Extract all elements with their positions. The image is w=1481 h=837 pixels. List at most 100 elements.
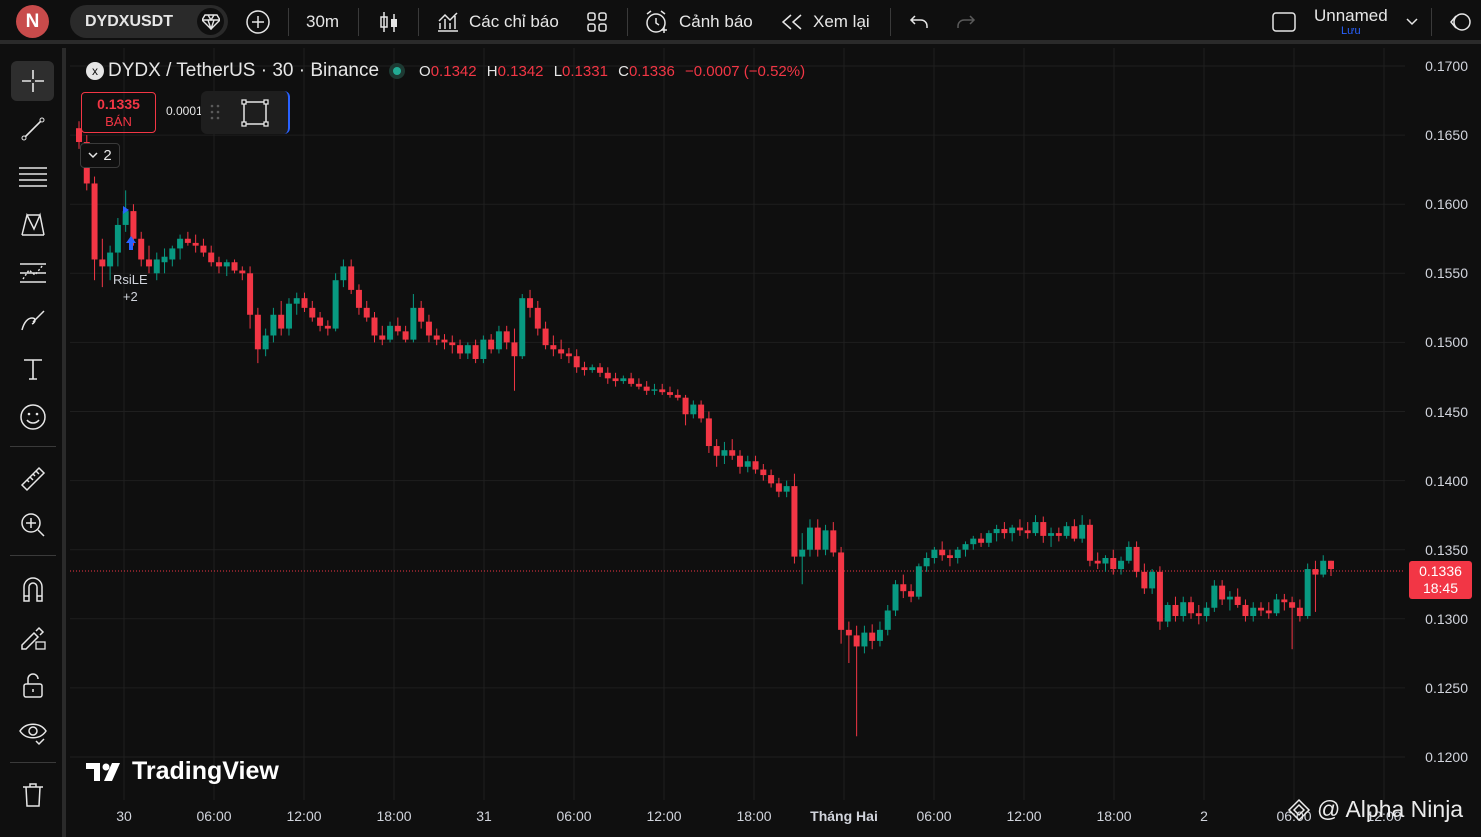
zoom-in-icon[interactable] [11,505,54,545]
spread-value: 0.0001 [166,104,203,118]
candle [278,300,285,336]
ohlc-values: O0.1342 H0.1342 L0.1331 C0.1336 −0.0007 … [413,63,805,80]
candle-body [410,307,417,340]
layout-name-button[interactable]: Unnamed Lưu [1314,0,1388,44]
candle-body [853,635,860,647]
candle [915,563,922,600]
undo-icon[interactable] [909,0,929,44]
candle-body [527,298,534,308]
candle [1188,596,1195,619]
candle [153,252,160,281]
candle [363,300,370,322]
candle-body [775,483,782,492]
candle-body [635,383,642,387]
drag-handle-icon[interactable] [210,104,220,125]
interval-button[interactable]: 30m [306,0,339,44]
candle [208,245,215,267]
pencil-lock-icon[interactable] [11,617,54,657]
binance-diamond-icon [1287,798,1311,821]
candle [99,238,106,288]
candle-body [488,339,495,350]
layouts-grid-icon[interactable] [586,0,608,44]
sell-button[interactable]: 0.1335 BÁN [81,92,156,133]
brush-icon[interactable] [11,301,54,341]
candle-body [231,262,238,271]
candle-body [581,367,588,371]
indicators-button[interactable]: Các chỉ báo [436,0,559,44]
compare-plus-icon[interactable] [245,0,271,44]
candle-body [1320,560,1327,575]
trash-icon[interactable] [11,775,54,815]
candle-body [301,298,308,308]
divider [10,762,56,763]
alerts-button[interactable]: Cảnh báo [644,0,753,44]
replay-button[interactable]: Xem lại [781,0,870,44]
candle [830,522,837,557]
price-tick: 0.1700 [1425,58,1468,74]
candle [1133,541,1140,578]
quick-search-icon[interactable] [1449,0,1471,44]
text-icon[interactable] [11,349,54,389]
price-chart[interactable] [70,48,1481,837]
legend-title[interactable]: DYDX / TetherUS · 30 · Binance [108,60,379,82]
candle [285,298,292,336]
select-rectangle-icon[interactable] [241,99,269,132]
price-axis[interactable]: 0.1700 0.1650 0.1600 0.1550 0.1500 0.1450 0.14… [1405,48,1481,808]
crosshair-icon[interactable] [11,61,54,101]
market-status-icon [389,63,406,79]
candle-body [915,566,922,597]
candle [946,549,953,567]
candle [791,473,798,564]
candle [1312,560,1319,612]
candle-body [270,314,277,336]
candle [215,256,222,274]
price-tick: 0.1500 [1425,334,1468,351]
fib-lines-icon[interactable] [11,157,54,197]
prediction-icon[interactable] [11,253,54,293]
candle [1164,602,1171,628]
price-tick: 0.1200 [1425,749,1468,765]
candle-body [215,262,222,267]
time-tick: 18:00 [376,808,412,824]
symbol-search-button[interactable]: DYDXUSDT [70,5,228,38]
candle [184,231,191,246]
high-value: 0.1342 [497,62,544,80]
emoji-icon[interactable] [11,397,54,437]
candle [1219,580,1226,605]
tradingview-logo[interactable]: TradingView [86,757,279,786]
last-price-value: 0.1336 [1419,563,1462,579]
pattern-icon[interactable] [11,205,54,245]
indicators-collapse-button[interactable]: 2 [80,143,120,168]
candle [1032,515,1039,536]
candle [806,519,813,557]
candle-body [480,339,487,359]
candle-body [1164,604,1171,622]
candle [1296,599,1303,622]
unlock-icon[interactable] [11,665,54,705]
candle-body [495,331,502,350]
candle-body [433,335,440,340]
candle-body [464,345,471,354]
interval-label: 30m [306,12,340,31]
divider [10,446,56,447]
candle [884,604,891,636]
candle [900,574,907,599]
layout-square-icon[interactable] [1271,0,1297,44]
diamond-icon[interactable] [197,8,224,35]
user-avatar[interactable]: N [16,5,49,38]
candle [1048,527,1055,547]
trend-line-icon[interactable] [11,109,54,149]
price-tick: 0.1350 [1425,541,1468,558]
ruler-icon[interactable] [11,459,54,499]
candle [1258,602,1265,617]
magnet-icon[interactable] [11,569,54,609]
candle-body [223,262,230,267]
chevron-down-icon[interactable] [1406,0,1418,44]
redo-icon[interactable] [956,0,976,44]
candle [1071,519,1078,542]
eye-icon[interactable] [11,713,54,753]
candles-icon[interactable] [377,0,401,44]
candle-body [744,461,751,467]
floating-toolbar[interactable] [201,91,290,134]
candle-body [114,224,121,253]
